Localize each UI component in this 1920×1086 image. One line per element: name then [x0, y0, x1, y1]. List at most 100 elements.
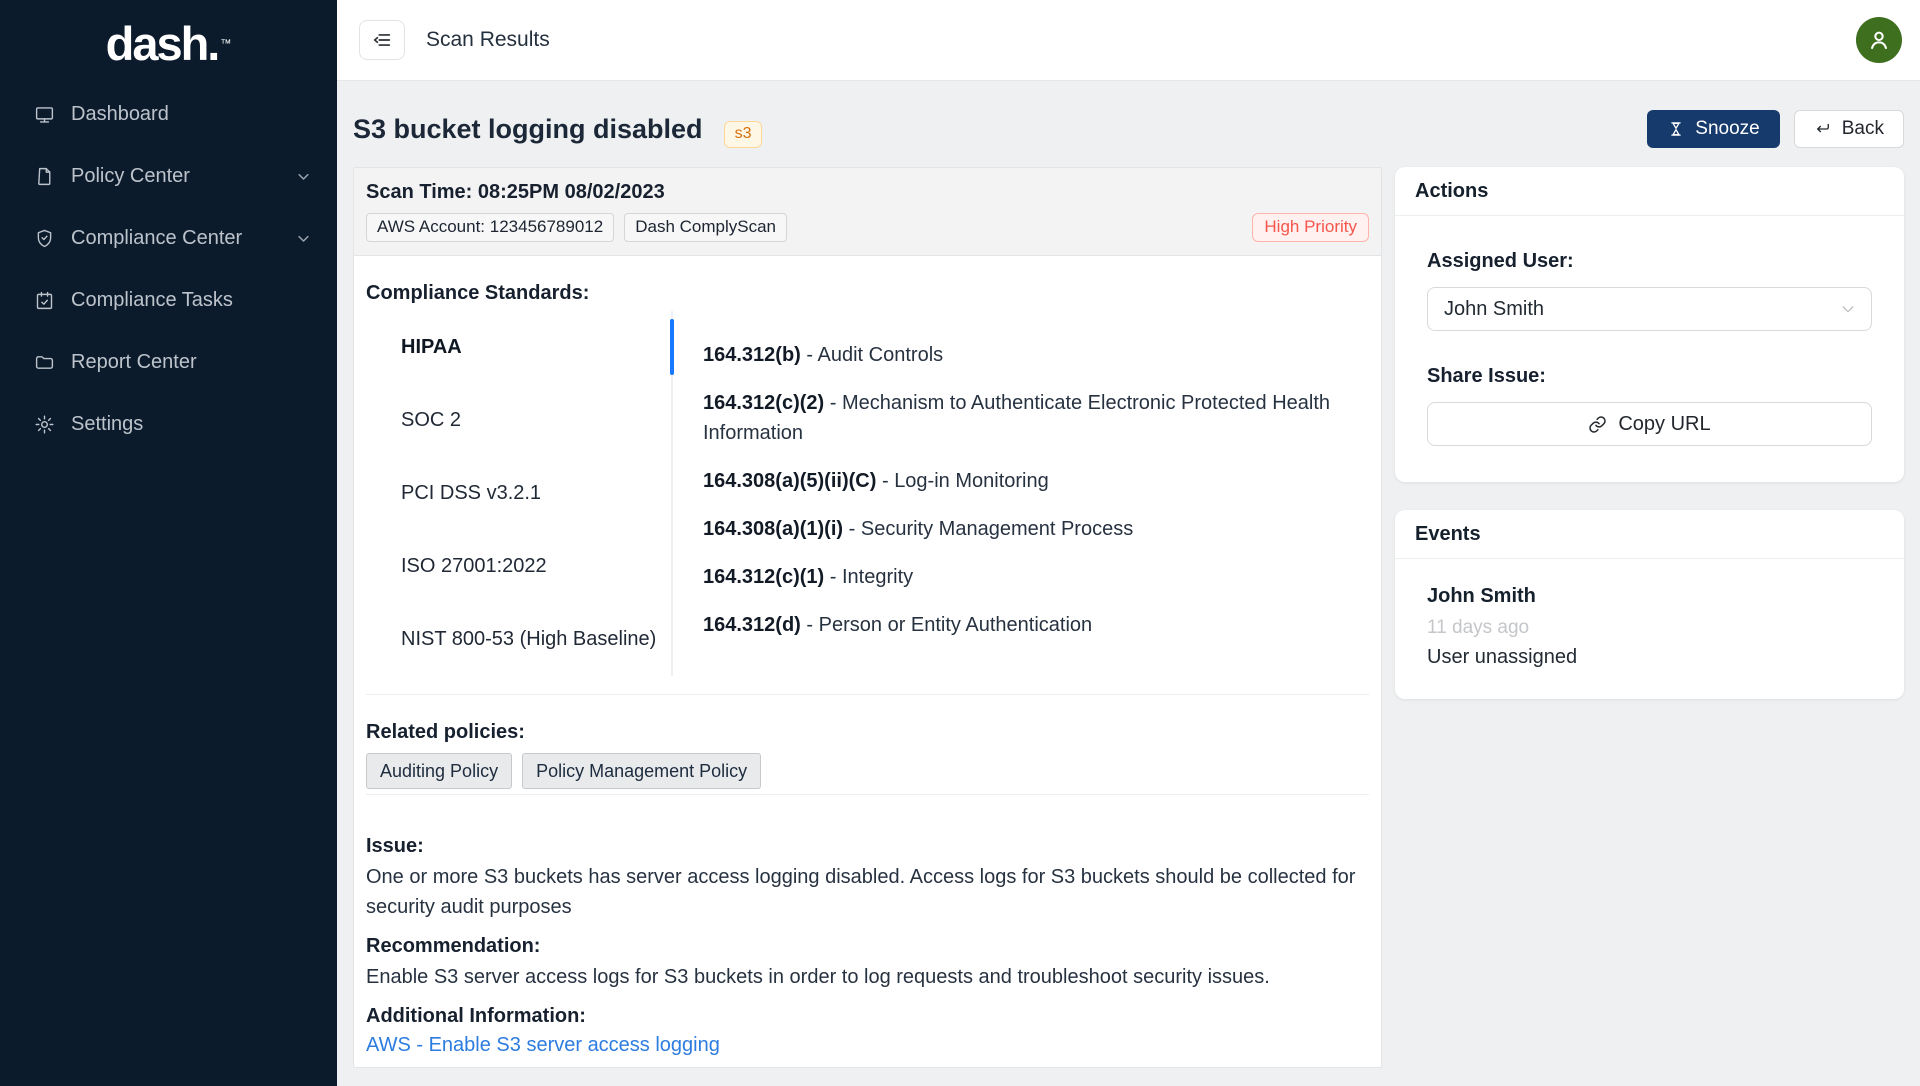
event-timestamp: 11 days ago [1427, 617, 1872, 639]
back-button[interactable]: Back [1794, 110, 1904, 148]
brand-logo[interactable]: dash.™ [0, 0, 337, 81]
chevron-down-icon [296, 169, 311, 184]
issue-text: One or more S3 buckets has server access… [366, 862, 1369, 922]
sidebar-item-compliance-center[interactable]: Compliance Center [0, 207, 337, 269]
sidebar-item-label: Report Center [71, 351, 197, 374]
control-item: 164.312(c)(2) - Mechanism to Authenticat… [703, 388, 1356, 448]
scan-tags-row: AWS Account: 123456789012 Dash ComplySca… [366, 213, 1369, 242]
control-item: 164.312(d) - Person or Entity Authentica… [703, 610, 1356, 640]
page-breadcrumb-title: Scan Results [426, 28, 550, 52]
back-button-label: Back [1842, 118, 1884, 140]
page-title: S3 bucket logging disabled [353, 114, 703, 145]
assigned-user-value: John Smith [1444, 298, 1544, 321]
standard-tab-soc2[interactable]: SOC 2 [366, 384, 671, 457]
event-user: John Smith [1427, 585, 1872, 608]
snooze-button-label: Snooze [1695, 118, 1759, 140]
events-panel: Events John Smith 11 days ago User unass… [1395, 510, 1904, 699]
hourglass-icon [1667, 120, 1685, 138]
menu-fold-icon [371, 29, 393, 51]
scan-source-tag: Dash ComplyScan [624, 213, 787, 242]
control-item: 164.312(b) - Audit Controls [703, 340, 1356, 370]
sidebar-item-label: Dashboard [71, 103, 169, 126]
chevron-down-icon [1840, 301, 1856, 317]
standard-tab-pci-dss[interactable]: PCI DSS v3.2.1 [366, 457, 671, 530]
user-avatar[interactable] [1856, 17, 1902, 63]
copy-url-button[interactable]: Copy URL [1427, 402, 1872, 446]
sidebar-item-dashboard[interactable]: Dashboard [0, 83, 337, 145]
standards-tab-list: HIPAA SOC 2 PCI DSS v3.2.1 ISO 27001:202… [366, 311, 671, 676]
page-header: S3 bucket logging disabled s3 Snooze Bac… [353, 81, 1904, 167]
share-issue-label: Share Issue: [1427, 365, 1872, 388]
active-tab-indicator [670, 319, 674, 375]
event-entry: John Smith 11 days ago User unassigned [1427, 585, 1872, 669]
policy-button-auditing[interactable]: Auditing Policy [366, 753, 512, 789]
right-column: Actions Assigned User: John Smith Share … [1395, 167, 1904, 699]
brand-logo-text: dash. [106, 16, 219, 71]
copy-url-label: Copy URL [1618, 413, 1710, 436]
standards-section: HIPAA SOC 2 PCI DSS v3.2.1 ISO 27001:202… [366, 311, 1369, 676]
sidebar-item-label: Compliance Tasks [71, 289, 233, 312]
events-panel-title: Events [1395, 510, 1904, 559]
controls-list: 164.312(b) - Audit Controls 164.312(c)(2… [671, 311, 1356, 676]
assigned-user-select[interactable]: John Smith [1427, 287, 1872, 331]
actions-panel-title: Actions [1395, 167, 1904, 216]
policy-button-policy-management[interactable]: Policy Management Policy [522, 753, 761, 789]
main-column: Scan Results S3 bucket logging disabled … [337, 0, 1920, 1086]
standard-tab-iso-27001[interactable]: ISO 27001:2022 [366, 530, 671, 603]
related-policies-row: Auditing Policy Policy Management Policy [366, 753, 1369, 789]
actions-panel: Actions Assigned User: John Smith Share … [1395, 167, 1904, 482]
event-action: User unassigned [1427, 646, 1872, 669]
snooze-button[interactable]: Snooze [1647, 110, 1779, 148]
divider [366, 694, 1369, 695]
issue-label: Issue: [366, 835, 1369, 858]
link-icon [1588, 415, 1607, 434]
content-columns: Scan Time: 08:25PM 08/02/2023 AWS Accoun… [353, 167, 1904, 1068]
return-arrow-icon [1814, 120, 1832, 138]
gear-icon [34, 414, 55, 435]
priority-badge: High Priority [1252, 213, 1369, 242]
scan-time: Scan Time: 08:25PM 08/02/2023 [366, 181, 1369, 204]
menu-fold-button[interactable] [359, 20, 405, 60]
control-item: 164.308(a)(5)(ii)(C) - Log-in Monitoring [703, 466, 1356, 496]
scan-card-header: Scan Time: 08:25PM 08/02/2023 AWS Accoun… [354, 168, 1381, 256]
events-panel-body: John Smith 11 days ago User unassigned [1395, 559, 1904, 699]
recommendation-text: Enable S3 server access logs for S3 buck… [366, 962, 1369, 992]
compliance-standards-label: Compliance Standards: [366, 282, 1369, 305]
document-icon [34, 166, 55, 187]
topbar: Scan Results [337, 0, 1920, 81]
service-tag-s3: s3 [724, 121, 763, 148]
scan-card-body: Compliance Standards: HIPAA SOC 2 PCI DS… [354, 282, 1381, 1067]
actions-panel-body: Assigned User: John Smith Share Issue: C… [1395, 216, 1904, 482]
divider [366, 794, 1369, 795]
aws-docs-link[interactable]: AWS - Enable S3 server access logging [366, 1034, 720, 1057]
sidebar: dash.™ Dashboard Policy Center Complianc… [0, 0, 337, 1086]
recommendation-label: Recommendation: [366, 935, 1369, 958]
header-actions: Snooze Back [1647, 110, 1904, 148]
scan-result-card: Scan Time: 08:25PM 08/02/2023 AWS Accoun… [353, 167, 1382, 1068]
sidebar-item-label: Settings [71, 413, 143, 436]
person-icon [1866, 27, 1892, 53]
sidebar-item-report-center[interactable]: Report Center [0, 331, 337, 393]
content-area: S3 bucket logging disabled s3 Snooze Bac… [337, 81, 1920, 1086]
control-item: 164.312(c)(1) - Integrity [703, 562, 1356, 592]
related-policies-label: Related policies: [366, 721, 1369, 744]
sidebar-item-label: Policy Center [71, 165, 190, 188]
additional-information-label: Additional Information: [366, 1005, 1369, 1028]
assigned-user-label: Assigned User: [1427, 250, 1872, 273]
sidebar-item-label: Compliance Center [71, 227, 242, 250]
aws-account-tag: AWS Account: 123456789012 [366, 213, 614, 242]
sidebar-nav: Dashboard Policy Center Compliance Cente… [0, 83, 337, 455]
app-root: dash.™ Dashboard Policy Center Complianc… [0, 0, 1920, 1086]
sidebar-item-compliance-tasks[interactable]: Compliance Tasks [0, 269, 337, 331]
shield-icon [34, 228, 55, 249]
sidebar-item-settings[interactable]: Settings [0, 393, 337, 455]
calendar-check-icon [34, 290, 55, 311]
chevron-down-icon [296, 231, 311, 246]
monitor-icon [34, 104, 55, 125]
trademark-mark: ™ [220, 38, 231, 50]
folder-icon [34, 352, 55, 373]
standard-tab-nist-800-53[interactable]: NIST 800-53 (High Baseline) [366, 603, 671, 676]
control-item: 164.308(a)(1)(i) - Security Management P… [703, 514, 1356, 544]
standard-tab-hipaa[interactable]: HIPAA [366, 311, 671, 384]
sidebar-item-policy-center[interactable]: Policy Center [0, 145, 337, 207]
